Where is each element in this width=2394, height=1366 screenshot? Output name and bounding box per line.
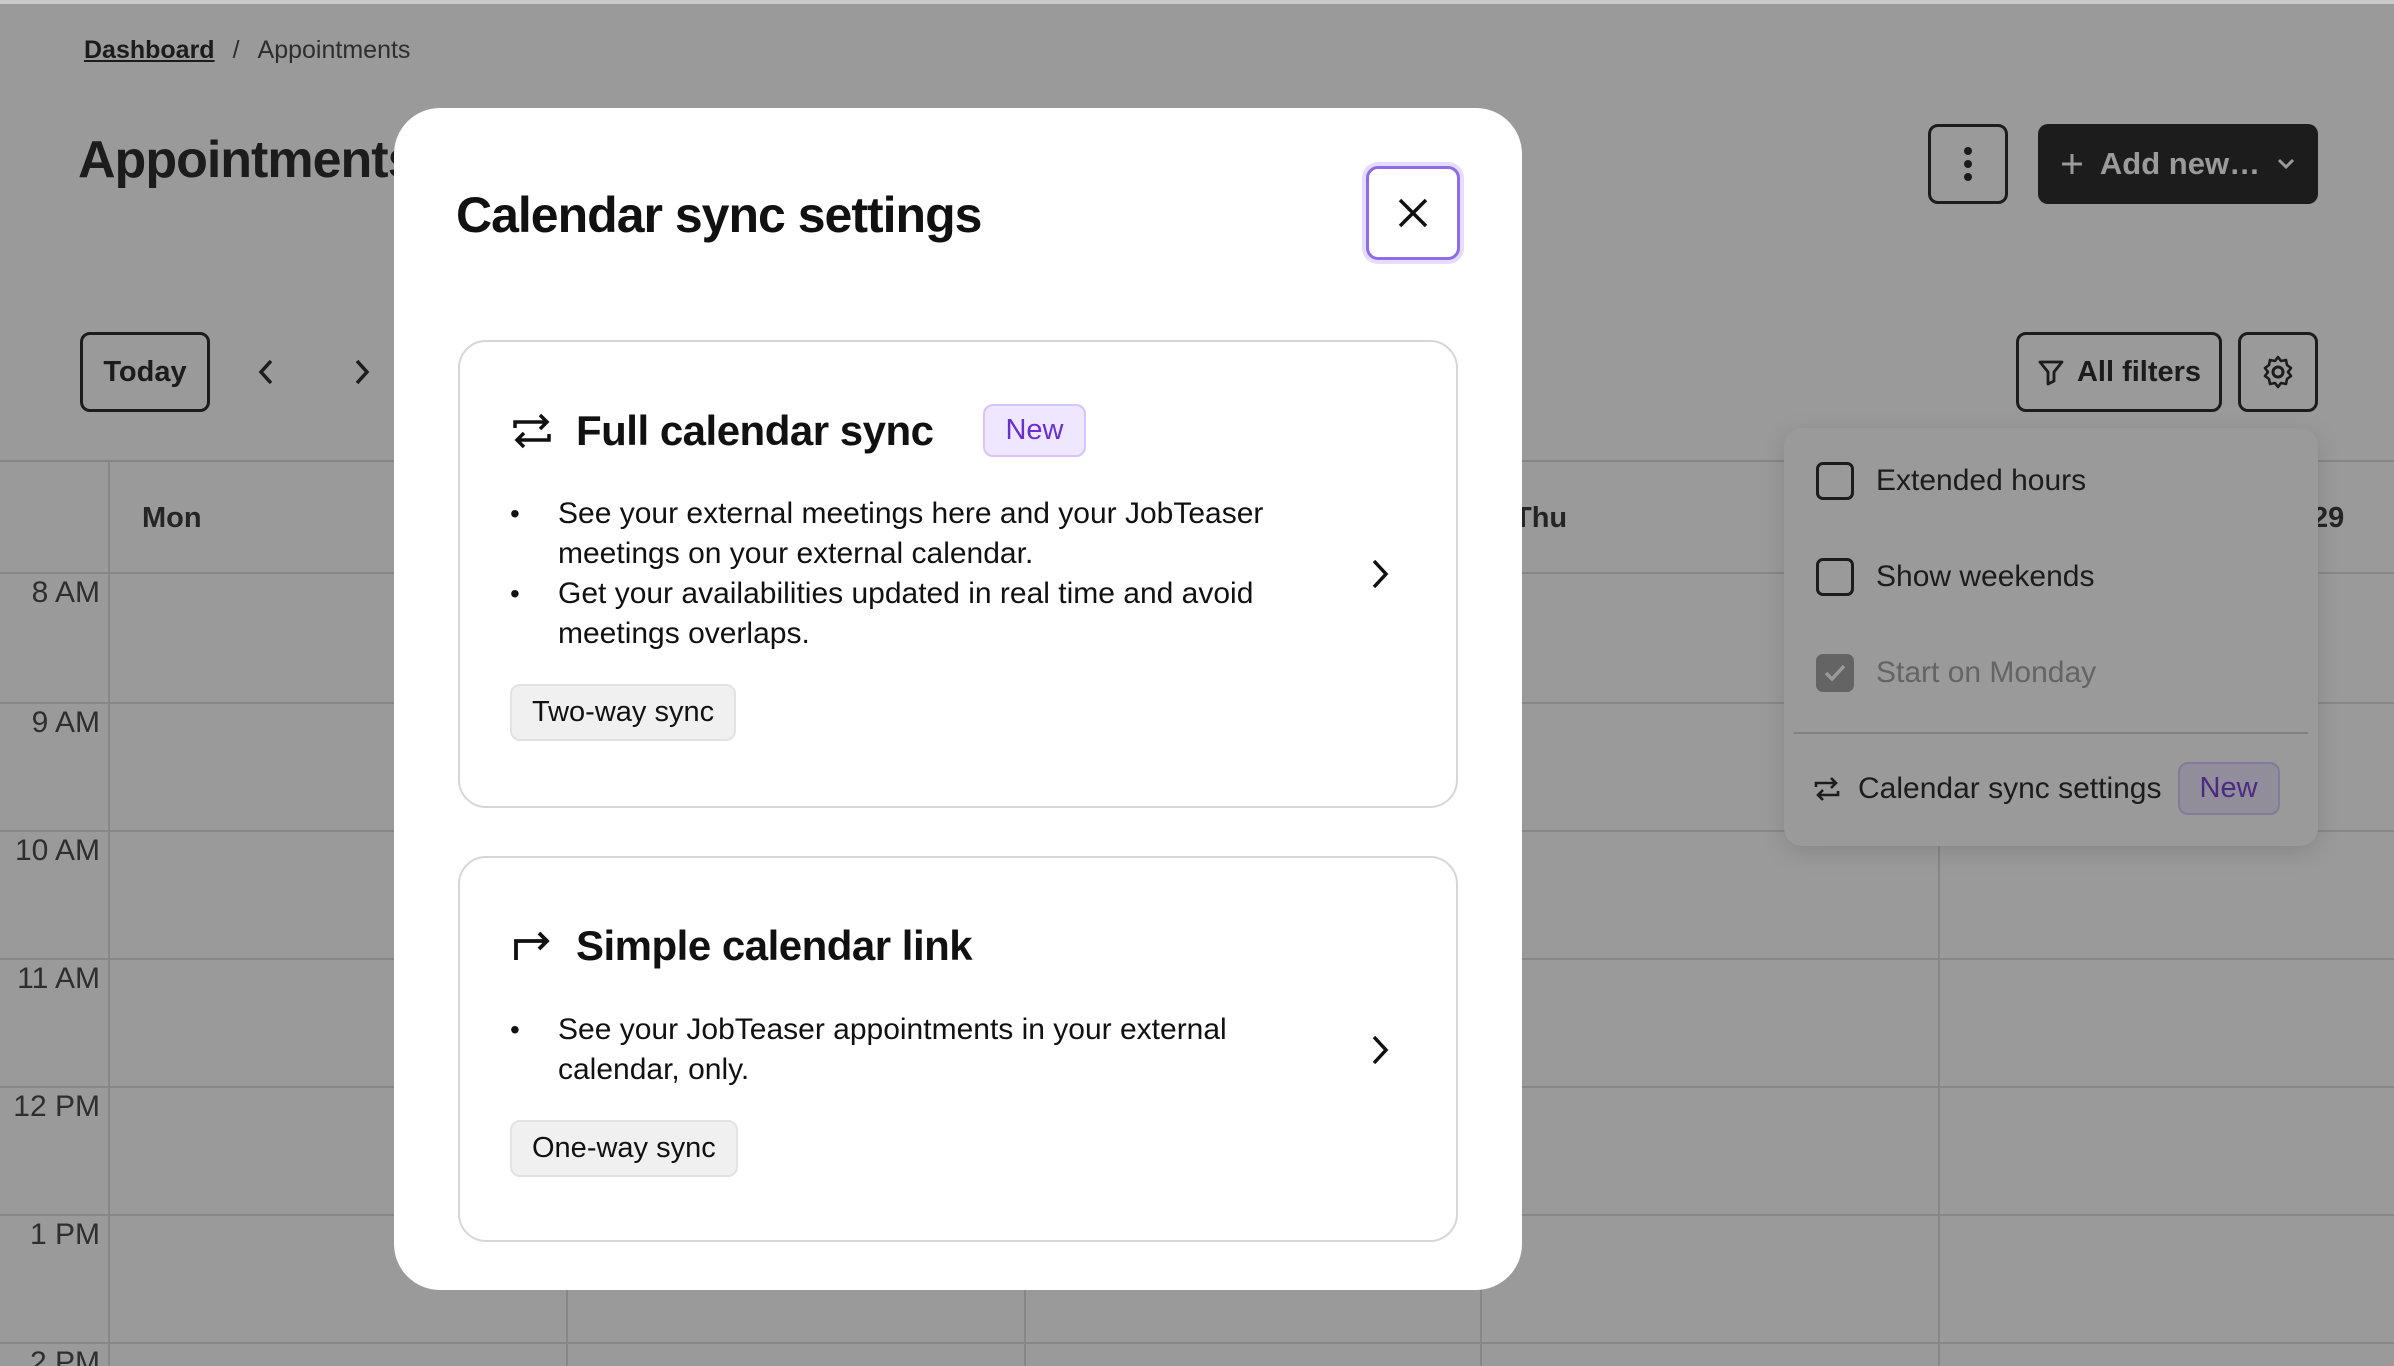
list-item: See your JobTeaser appointments in your … xyxy=(510,1010,1270,1090)
chevron-right-icon xyxy=(1372,559,1389,589)
close-button[interactable] xyxy=(1366,166,1460,260)
card-description-list: See your external meetings here and your… xyxy=(510,494,1270,654)
chevron-right-icon xyxy=(1372,1035,1389,1065)
simple-calendar-link-card[interactable]: Simple calendar link See your JobTeaser … xyxy=(458,856,1458,1242)
card-title: Simple calendar link xyxy=(576,922,973,969)
modal-title: Calendar sync settings xyxy=(456,187,982,243)
new-badge: New xyxy=(983,404,1086,457)
list-item: Get your availabilities updated in real … xyxy=(510,574,1270,654)
calendar-sync-modal: Calendar sync settings Full calendar syn… xyxy=(394,108,1522,1290)
card-header: Full calendar sync New xyxy=(510,404,1086,457)
list-item: See your external meetings here and your… xyxy=(510,494,1270,574)
repeat-icon xyxy=(513,413,551,448)
open-full-sync-chevron[interactable] xyxy=(1360,554,1400,594)
full-calendar-sync-card[interactable]: Full calendar sync New See your external… xyxy=(458,340,1458,808)
card-header: Simple calendar link xyxy=(510,922,973,970)
close-icon xyxy=(1398,198,1428,228)
card-description-list: See your JobTeaser appointments in your … xyxy=(510,1010,1270,1090)
open-simple-link-chevron[interactable] xyxy=(1360,1030,1400,1070)
card-title: Full calendar sync xyxy=(576,406,934,454)
one-way-sync-chip: One-way sync xyxy=(510,1120,738,1177)
two-way-sync-chip: Two-way sync xyxy=(510,684,737,741)
arrow-redirect-icon xyxy=(514,931,550,960)
